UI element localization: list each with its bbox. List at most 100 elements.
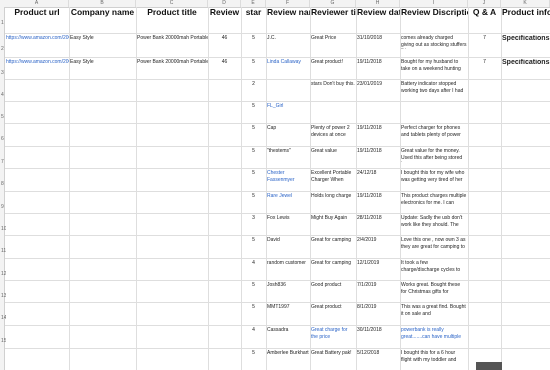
row-number[interactable]: 4 — [0, 92, 6, 99]
header-product-info[interactable]: Product info — [501, 7, 550, 18]
cell-rtitle[interactable]: Good product — [310, 282, 356, 296]
row-number[interactable]: 13 — [0, 293, 6, 300]
cell-star[interactable]: 5 — [241, 193, 266, 207]
cell-info[interactable]: Specifications — [501, 35, 550, 55]
cell-name[interactable]: Cassadra — [266, 327, 310, 341]
col-F[interactable]: F — [266, 0, 310, 7]
col-B[interactable]: B — [69, 0, 136, 7]
cell-rtitle[interactable]: Great for camping — [310, 237, 356, 251]
header-review[interactable]: Review — [208, 7, 241, 18]
col-J[interactable]: J — [468, 0, 501, 7]
cell-desc[interactable]: comes already charged giving out as stoc… — [400, 35, 468, 49]
cell-name[interactable]: Amberlee Burkhart — [266, 350, 310, 364]
cell-star[interactable]: 3 — [241, 215, 266, 229]
cell-date[interactable]: 2/4/2019 — [356, 237, 400, 251]
cell-rtitle[interactable]: Great Battery pak! — [310, 350, 356, 364]
cell-rtitle[interactable]: Great product — [310, 304, 356, 318]
cell-date[interactable]: 12/1/2019 — [356, 260, 400, 274]
cell-name[interactable]: FL_Girl — [266, 103, 310, 117]
row-number[interactable]: 15 — [0, 338, 6, 345]
cell-star[interactable]: 2 — [241, 81, 266, 95]
row-number[interactable]: 10 — [0, 226, 6, 233]
cell-desc[interactable] — [400, 103, 468, 117]
cell-date[interactable]: 30/11/2018 — [356, 327, 400, 341]
cell-date[interactable]: 23/01/2019 — [356, 81, 400, 95]
cell-title[interactable]: Power Bank 20000mah Portable — [136, 59, 208, 73]
col-A[interactable]: A — [5, 0, 69, 7]
cell-name[interactable]: Josh836 — [266, 282, 310, 296]
cell-title[interactable]: Power Bank 20000mah Portable — [136, 35, 208, 49]
header-product-url[interactable]: Product url — [5, 7, 69, 18]
header-review-date[interactable]: Review date — [356, 7, 400, 18]
cell-qa[interactable]: 7 — [468, 59, 501, 73]
row-number[interactable]: 8 — [0, 181, 6, 188]
cell-star[interactable]: 4 — [241, 260, 266, 274]
cell-name[interactable] — [266, 81, 310, 95]
cell-name[interactable]: Fox Lewis — [266, 215, 310, 229]
cell-star[interactable]: 5 — [241, 304, 266, 318]
cell-desc[interactable]: Great value for the money. Used this aft… — [400, 148, 468, 162]
cell-company[interactable]: Easy Style — [69, 59, 136, 73]
cell-date[interactable]: 19/11/2018 — [356, 148, 400, 162]
cell-date[interactable]: 19/11/2018 — [356, 59, 400, 73]
cell-desc[interactable]: Perfect charger for phones and tablets p… — [400, 125, 468, 139]
cell-desc[interactable]: It took a few charge/discharge cycles to — [400, 260, 468, 274]
cell-desc[interactable]: I bought this for a 6 hour flight with m… — [400, 350, 468, 364]
cell-star[interactable]: 5 — [241, 35, 266, 49]
cell-rtitle[interactable]: Plenty of power 2 devices at once — [310, 125, 356, 139]
row-number[interactable]: 3 — [0, 70, 6, 77]
cell-star[interactable]: 5 — [241, 148, 266, 162]
cell-star[interactable]: 4 — [241, 327, 266, 341]
cell-desc[interactable]: Update: Sadly the usb don't work like th… — [400, 215, 468, 229]
cell-qa[interactable]: 7 — [468, 35, 501, 49]
col-E[interactable]: E — [241, 0, 266, 7]
horizontal-scrollbar-thumb[interactable] — [476, 362, 502, 370]
cell-date[interactable]: 28/11/2018 — [356, 215, 400, 229]
col-K[interactable]: K — [501, 0, 550, 7]
cell-star[interactable]: 5 — [241, 170, 266, 184]
cell-name[interactable]: "thestems" — [266, 148, 310, 162]
cell-name[interactable]: random customer — [266, 260, 310, 274]
cell-desc[interactable]: This product charges multiple electronic… — [400, 193, 468, 207]
header-company-name[interactable]: Company name — [69, 7, 136, 18]
col-H[interactable]: H — [356, 0, 400, 7]
cell-rtitle[interactable]: stars Don't buy this. — [310, 81, 356, 95]
col-G[interactable]: G — [310, 0, 356, 7]
cell-info[interactable]: Specifications — [501, 59, 550, 79]
cell-date[interactable]: 8/1/2019 — [356, 304, 400, 318]
cell-name[interactable]: Rare Jewel — [266, 193, 310, 207]
col-C[interactable]: C — [136, 0, 208, 7]
cell-star[interactable]: 5 — [241, 282, 266, 296]
cell-rtitle[interactable]: Holds long charge — [310, 193, 356, 207]
cell-rtitle[interactable] — [310, 103, 356, 117]
header-reviewer-title[interactable]: Reviewer title — [310, 7, 356, 18]
row-number[interactable]: 11 — [0, 248, 6, 255]
cell-star[interactable]: 5 — [241, 59, 266, 73]
cell-name[interactable]: J.C. — [266, 35, 310, 49]
row-number[interactable]: 2 — [0, 46, 6, 53]
row-number[interactable]: 1 — [0, 20, 6, 27]
header-qa[interactable]: Q & A — [468, 7, 501, 18]
header-review-name[interactable]: Review name — [266, 7, 310, 18]
cell-desc[interactable]: This was a great find. Bought it on sale… — [400, 304, 468, 318]
cell-rtitle[interactable]: Great charge for the price — [310, 327, 356, 341]
cell-name[interactable]: Cap — [266, 125, 310, 139]
cell-date[interactable]: 19/11/2018 — [356, 125, 400, 139]
cell-date[interactable] — [356, 103, 400, 117]
cell-desc[interactable]: Works great. Bought these for Christmas … — [400, 282, 468, 296]
cell-desc[interactable]: Bought for my husband to take on a weeke… — [400, 59, 468, 73]
header-review-description[interactable]: Review Discription — [400, 7, 468, 18]
cell-desc[interactable]: Battery indicator stopped working two da… — [400, 81, 468, 95]
cell-date[interactable]: 7/1/2019 — [356, 282, 400, 296]
cell-name[interactable]: David — [266, 237, 310, 251]
cell-star[interactable]: 5 — [241, 103, 266, 117]
spreadsheet[interactable]: A B C D E F G H I J K Product url Compan… — [0, 0, 550, 370]
row-number[interactable]: 14 — [0, 315, 6, 322]
row-number[interactable]: 9 — [0, 204, 6, 211]
col-D[interactable]: D — [208, 0, 241, 7]
cell-name[interactable]: MMT1997 — [266, 304, 310, 318]
cell-rtitle[interactable]: Great for camping — [310, 260, 356, 274]
cell-date[interactable]: 19/11/2018 — [356, 193, 400, 207]
cell-name[interactable]: Linda Callaway — [266, 59, 310, 73]
row-number[interactable]: 6 — [0, 136, 6, 143]
